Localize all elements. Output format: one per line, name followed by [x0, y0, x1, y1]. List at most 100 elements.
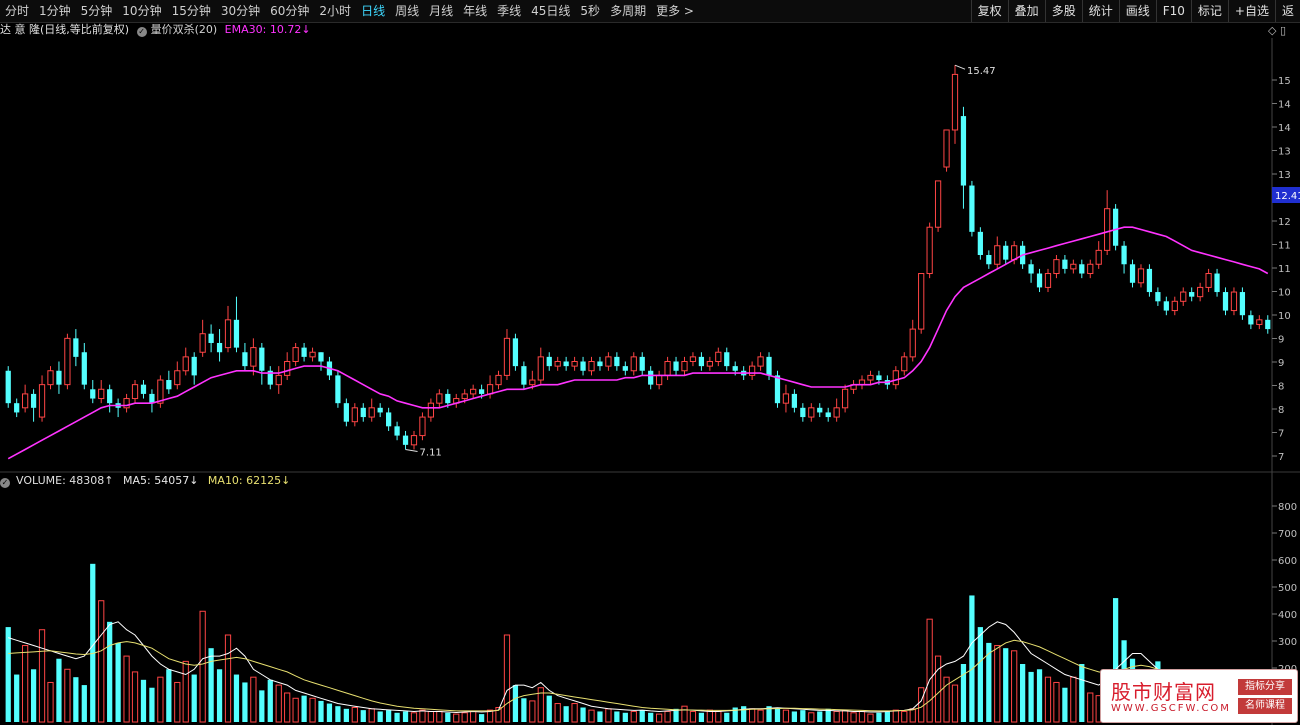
candle-body-142	[1205, 273, 1212, 288]
candle-body-12	[107, 389, 113, 404]
volume-bar-99	[841, 709, 849, 723]
volume-bar-88	[748, 708, 756, 723]
volume-bar-94	[800, 710, 806, 722]
period-tab-4[interactable]: 15分钟	[167, 0, 216, 22]
tool-button-5[interactable]: F10	[1155, 0, 1191, 22]
volume-bar-60	[512, 685, 519, 722]
volume-bar-62	[529, 700, 536, 723]
tool-button-8[interactable]: 返	[1274, 0, 1300, 22]
candlestick-chart[interactable]: 151414131312121111101099887712.418007006…	[0, 38, 1300, 725]
tool-button-1[interactable]: 叠加	[1007, 0, 1045, 22]
volume-bar-74	[630, 710, 637, 723]
volume-bar-65	[554, 703, 561, 723]
period-tab-15[interactable]: 多周期	[605, 0, 651, 22]
period-tab-5[interactable]: 30分钟	[216, 0, 265, 22]
candle-body-43	[368, 407, 375, 418]
period-tab-6[interactable]: 60分钟	[265, 0, 314, 22]
tool-button-7[interactable]: +自选	[1227, 0, 1275, 22]
volume-tick-label-2: 600	[1278, 556, 1297, 567]
period-tabs: 分时 1分钟 5分钟 10分钟 15分钟 30分钟 60分钟 2小时 日线 周线 月线 年线 季线 45日…	[0, 0, 699, 22]
period-tab-12[interactable]: 季线	[492, 0, 526, 22]
volume-bar-36	[309, 697, 316, 723]
period-tab-11[interactable]: 年线	[458, 0, 492, 22]
period-tab-10[interactable]: 月线	[424, 0, 458, 22]
period-tab-8[interactable]: 日线	[356, 0, 390, 22]
volume-bar-70	[597, 711, 603, 722]
candle-body-71	[605, 356, 612, 367]
candle-body-24	[208, 333, 214, 343]
candle-body-64	[546, 356, 552, 367]
candle-body-21	[182, 356, 189, 372]
volume-bar-52	[445, 712, 451, 722]
candle-body-114	[969, 185, 975, 232]
period-tab-9[interactable]: 周线	[390, 0, 424, 22]
volume-bar-14	[123, 655, 130, 723]
tool-button-3[interactable]: 统计	[1081, 0, 1119, 22]
candle-body-8	[73, 338, 79, 357]
candle-body-41	[351, 407, 358, 423]
volume-bar-69	[588, 709, 595, 723]
volume-bar-117	[994, 645, 1001, 723]
volume-bar-68	[580, 707, 586, 722]
indicator-settings-icon[interactable]: ✓	[136, 27, 147, 37]
candle-body-84	[715, 351, 722, 363]
volume-bar-77	[656, 713, 663, 723]
period-tab-1[interactable]: 1分钟	[34, 0, 76, 22]
candle-body-15	[131, 384, 139, 400]
candle-body-68	[580, 361, 586, 371]
period-tab-3[interactable]: 10分钟	[117, 0, 166, 22]
candle-body-128	[1087, 263, 1094, 275]
candle-body-96	[817, 407, 823, 413]
period-tab-16[interactable]: 更多 >	[651, 0, 699, 22]
volume-bar-115	[977, 627, 983, 722]
volume-bar-26	[224, 634, 232, 723]
candle-body-56	[478, 389, 485, 394]
candle-body-116	[986, 255, 992, 265]
volume-bar-24	[208, 648, 214, 722]
corner-icons[interactable]: ◇ ▯	[1268, 24, 1286, 37]
candle-body-92	[782, 393, 790, 404]
candle-body-19	[166, 380, 172, 390]
volume-bar-21	[182, 660, 189, 723]
candle-body-4	[38, 384, 46, 418]
candle-body-140	[1189, 292, 1195, 297]
volume-bar-13	[115, 642, 121, 722]
period-tab-2[interactable]: 5分钟	[76, 0, 118, 22]
price-tick-label-8: 11	[1278, 264, 1291, 275]
volume-bar-34	[292, 697, 299, 723]
period-tab-14[interactable]: 5秒	[575, 0, 605, 22]
watermark-url: WWW.GSCFW.COM	[1111, 703, 1231, 714]
candle-body-22	[191, 356, 197, 376]
candle-body-1	[14, 403, 20, 413]
volume-bar-98	[833, 710, 840, 723]
candle-body-46	[394, 426, 400, 436]
volume-bar-81	[689, 710, 697, 723]
candle-body-44	[377, 407, 383, 413]
volume-bar-42	[360, 710, 366, 722]
tool-button-2[interactable]: 多股	[1044, 0, 1082, 22]
indicator-name[interactable]: 量价双杀(20)	[151, 23, 218, 36]
volume-bar-66	[563, 706, 569, 722]
volume-bar-125	[1062, 687, 1068, 722]
candle-body-39	[335, 375, 341, 404]
candle-body-146	[1239, 292, 1246, 316]
candle-body-33	[284, 361, 291, 376]
candle-body-82	[698, 356, 705, 367]
candle-body-47	[402, 435, 409, 445]
period-tab-13[interactable]: 45日线	[526, 0, 575, 22]
low-marker-line	[405, 448, 418, 452]
period-tab-7[interactable]: 2小时	[314, 0, 356, 22]
period-tab-0[interactable]: 分时	[0, 0, 34, 22]
volume-bar-85	[724, 712, 730, 722]
volume-bar-119	[1011, 650, 1018, 723]
watermark-title: 股市财富网	[1111, 680, 1216, 704]
volume-bar-95	[808, 712, 815, 723]
tool-button-0[interactable]: 复权	[970, 0, 1008, 22]
tool-button-6[interactable]: 标记	[1190, 0, 1228, 22]
candle-body-122	[1036, 273, 1043, 288]
ema30-line	[7, 226, 1269, 460]
candle-body-107	[909, 328, 916, 358]
volume-bar-17	[149, 687, 155, 722]
tool-button-4[interactable]: 画线	[1118, 0, 1156, 22]
volume-bar-114	[969, 595, 975, 722]
